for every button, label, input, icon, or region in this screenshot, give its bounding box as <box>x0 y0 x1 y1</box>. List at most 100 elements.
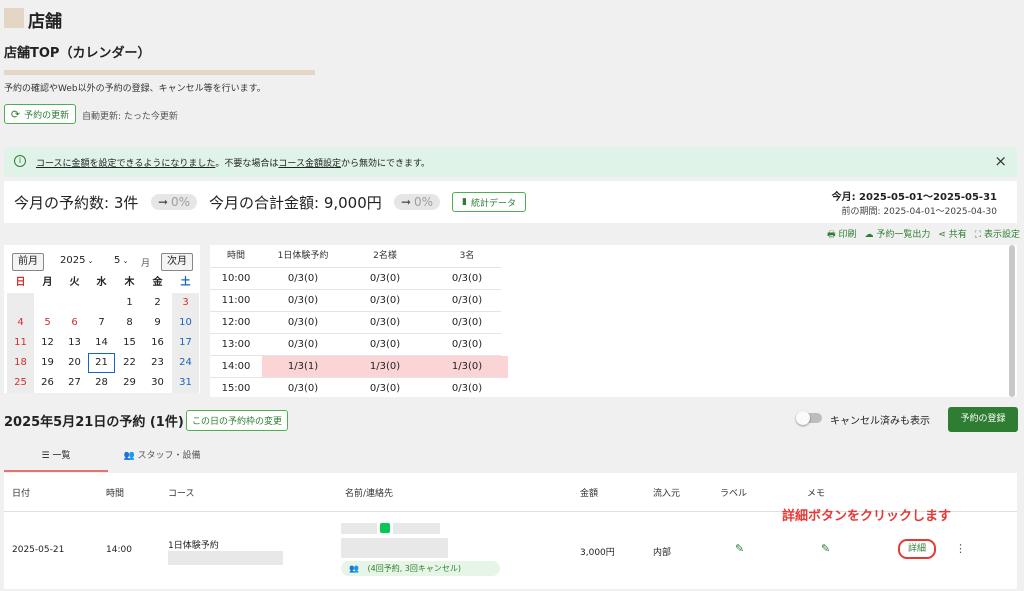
export-label: 予約一覧出力 <box>876 230 931 240</box>
calendar-day[interactable]: 18 <box>7 353 34 373</box>
tab-staff[interactable]: 👥 スタッフ・設備 <box>110 446 214 472</box>
slot-cell[interactable]: 0/3(0) <box>262 378 344 397</box>
month-select[interactable]: 5 ⌄ <box>114 255 128 266</box>
slot-cell[interactable]: 0/3(0) <box>426 290 508 312</box>
calendar-day[interactable]: 19 <box>34 353 61 373</box>
slot-cell[interactable]: 0/3(0) <box>426 378 508 397</box>
calendar-day[interactable]: 15 <box>116 333 143 353</box>
notice-close-icon[interactable]: × <box>994 152 1007 170</box>
calendar-day[interactable]: 28 <box>88 373 115 393</box>
more-menu-icon[interactable]: ⋮ <box>955 542 966 555</box>
line-icon <box>380 523 390 533</box>
register-booking-button[interactable]: 予約の登録 <box>948 407 1018 432</box>
calendar-day[interactable]: 16 <box>144 333 171 353</box>
weekday-header: 金 <box>152 277 163 288</box>
year-select[interactable]: 2025 ⌄ <box>60 255 94 266</box>
slot-time: 12:00 <box>221 317 251 328</box>
next-month-button[interactable]: 次月 <box>161 253 193 271</box>
calendar-day[interactable]: 12 <box>34 333 61 353</box>
bookings-change-value: 0% <box>171 195 191 209</box>
auto-refresh-status: 自動更新: たった今更新 <box>82 112 178 122</box>
slot-cell[interactable]: 0/3(0) <box>344 290 426 312</box>
calendar-day[interactable]: 4 <box>7 313 34 333</box>
page-subtitle: 店舗TOP（カレンダー） <box>4 46 151 61</box>
calendar-day[interactable]: 3 <box>172 293 199 313</box>
calendar-day[interactable]: 25 <box>7 373 34 393</box>
cancelled-toggle[interactable] <box>796 411 822 425</box>
history-text: (4回予約, 3回キャンセル) <box>367 564 462 573</box>
refresh-button[interactable]: ⟳ 予約の更新 <box>4 104 76 124</box>
list-icon: ☰ <box>41 451 50 461</box>
slot-column-header: 2名様 <box>373 251 397 261</box>
notice-text-2: から無効にできます。 <box>340 159 431 169</box>
slot-cell[interactable]: 0/3(0) <box>262 268 344 290</box>
cell-course: 1日体験予約 <box>168 541 219 551</box>
calendar-day <box>61 293 88 313</box>
label-edit-icon[interactable]: ✎ <box>735 542 744 555</box>
calendar-day[interactable]: 2 <box>144 293 171 313</box>
calendar-day[interactable]: 22 <box>116 353 143 373</box>
calendar-day[interactable]: 23 <box>144 353 171 373</box>
toggle-knob <box>796 411 810 425</box>
calendar-day[interactable]: 8 <box>116 313 143 333</box>
calendar-day[interactable]: 5 <box>34 313 61 333</box>
calendar-day <box>34 293 61 313</box>
slot-cell[interactable]: 0/3(0) <box>344 378 426 397</box>
phone-placeholder <box>341 538 448 558</box>
slot-cell[interactable]: 0/3(0) <box>426 268 508 290</box>
display-settings-button[interactable]: ⛶ 表示設定 <box>975 227 1020 241</box>
detail-button[interactable]: 詳細 <box>898 539 936 559</box>
calendar-day[interactable]: 30 <box>144 373 171 393</box>
calendar-day[interactable]: 21 <box>88 353 115 373</box>
stats-data-button[interactable]: ▮ 統計データ <box>452 192 526 212</box>
calendar-day[interactable]: 20 <box>61 353 88 373</box>
slot-cell[interactable]: 1/3(1) <box>262 356 344 378</box>
slot-cell[interactable]: 0/3(0) <box>262 334 344 356</box>
calendar-day[interactable]: 7 <box>88 313 115 333</box>
print-button[interactable]: 🖶 印刷 <box>827 227 856 241</box>
share-label: 共有 <box>948 230 967 240</box>
calendar-day[interactable]: 1 <box>116 293 143 313</box>
prev-month-button[interactable]: 前月 <box>12 253 44 271</box>
detail-button-label: 詳細 <box>907 544 926 554</box>
tab-list[interactable]: ☰ 一覧 <box>4 446 108 472</box>
calendar-day[interactable]: 27 <box>61 373 88 393</box>
slot-time: 13:00 <box>221 339 251 350</box>
slot-cell[interactable]: 0/3(0) <box>262 312 344 334</box>
slot-cell[interactable]: 1/3(0) <box>426 356 508 378</box>
calendar-day[interactable]: 14 <box>88 333 115 353</box>
slot-cell[interactable]: 1/3(0) <box>344 356 426 378</box>
amount-total: 今月の合計金額: 9,000円 <box>209 194 382 212</box>
calendar-day[interactable]: 17 <box>172 333 199 353</box>
calendar-day[interactable]: 10 <box>172 313 199 333</box>
calendar-day[interactable]: 9 <box>144 313 171 333</box>
slot-cell[interactable]: 0/3(0) <box>344 268 426 290</box>
slot-cell[interactable]: 0/3(0) <box>344 312 426 334</box>
calendar-day[interactable]: 13 <box>61 333 88 353</box>
bar-chart-icon: ▮ <box>462 197 467 207</box>
export-button[interactable]: ☁ 予約一覧出力 <box>864 227 930 241</box>
weekday-header: 土 <box>180 277 191 288</box>
slot-table-scrollbar[interactable] <box>1009 245 1015 397</box>
calendar-day[interactable]: 11 <box>7 333 34 353</box>
printer-icon: 🖶 <box>827 230 836 240</box>
share-button[interactable]: ⋖ 共有 <box>938 227 966 241</box>
calendar-day[interactable]: 6 <box>61 313 88 333</box>
memo-edit-icon[interactable]: ✎ <box>821 542 830 555</box>
change-slots-button[interactable]: この日の予約枠の変更 <box>186 410 288 431</box>
notice-link-course-amount[interactable]: コースに金額を設定できるようになりました <box>36 159 215 169</box>
notice-link-settings[interactable]: コース金額設定 <box>278 159 341 169</box>
tab-staff-label: スタッフ・設備 <box>137 451 201 461</box>
share-icon: ⋖ <box>938 230 946 240</box>
day-title: 2025年5月21日の予約 (1件) <box>4 415 184 430</box>
slot-cell[interactable]: 0/3(0) <box>426 312 508 334</box>
show-cancelled-label: キャンセル済みも表示 <box>830 416 930 427</box>
slot-cell[interactable]: 0/3(0) <box>262 290 344 312</box>
history-badge[interactable]: 👥 (4回予約, 3回キャンセル) <box>341 561 500 576</box>
calendar-day[interactable]: 24 <box>172 353 199 373</box>
calendar-day[interactable]: 29 <box>116 373 143 393</box>
slot-cell[interactable]: 0/3(0) <box>426 334 508 356</box>
calendar-day[interactable]: 26 <box>34 373 61 393</box>
calendar-day[interactable]: 31 <box>172 373 199 393</box>
slot-cell[interactable]: 0/3(0) <box>344 334 426 356</box>
